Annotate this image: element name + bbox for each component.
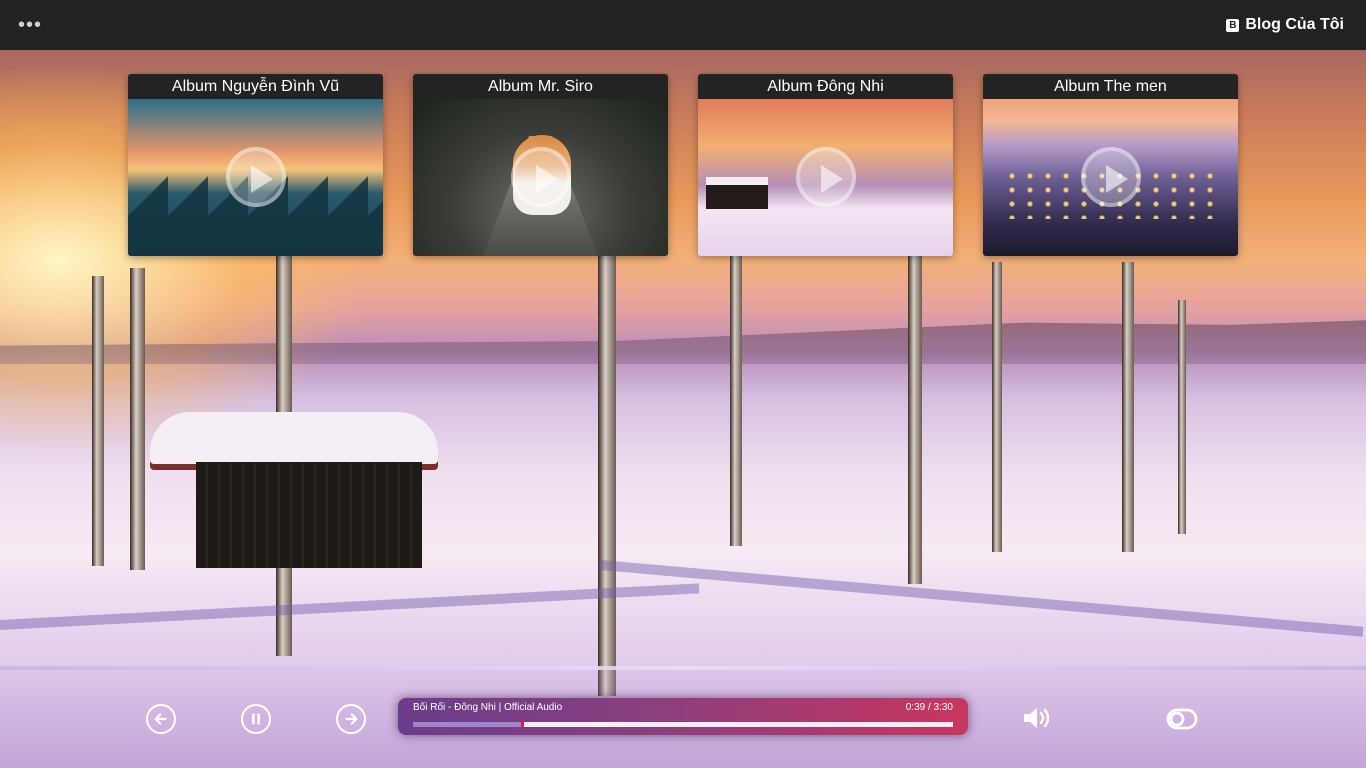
arrow-left-circle-icon	[154, 713, 167, 725]
top-bar: ••• B Blog Của Tôi	[0, 0, 1366, 50]
progress-fill	[413, 722, 521, 727]
album-card-nguyen-dinh-vu[interactable]: Album Nguyễn Đình Vũ	[128, 74, 383, 256]
tree	[598, 256, 616, 696]
track-time: 0:39 / 3:30	[905, 702, 953, 713]
now-playing-panel: Bối Rối - Đông Nhi | Official Audio 0:39…	[398, 698, 968, 735]
album-cover	[698, 99, 953, 256]
cabin-body	[196, 462, 422, 568]
toggle-button[interactable]	[1166, 708, 1198, 735]
album-cover	[983, 99, 1238, 256]
play-icon[interactable]	[225, 146, 286, 207]
pause-button[interactable]	[241, 704, 271, 734]
album-cover	[413, 99, 668, 256]
blog-link[interactable]: B Blog Của Tôi	[1226, 16, 1344, 34]
progress-handle[interactable]	[521, 721, 524, 728]
tree	[1122, 262, 1134, 552]
tree	[1178, 300, 1186, 534]
album-title: Album Nguyễn Đình Vũ	[128, 74, 383, 99]
album-card-dong-nhi[interactable]: Album Đông Nhi	[698, 74, 953, 256]
tree-shadow	[0, 583, 700, 630]
blogger-icon: B	[1226, 18, 1240, 32]
play-icon[interactable]	[510, 146, 571, 207]
progress-bar[interactable]	[413, 721, 953, 728]
cabin-roof	[150, 412, 438, 464]
album-title: Album The men	[983, 74, 1238, 99]
play-icon[interactable]	[1080, 146, 1141, 207]
tree	[908, 256, 922, 584]
tree	[92, 276, 104, 566]
album-cover	[128, 99, 383, 256]
tree	[730, 256, 742, 546]
toggle-icon	[1166, 708, 1198, 730]
track-title: Bối Rối - Đông Nhi | Official Audio	[413, 702, 563, 713]
blog-label: Blog Của Tôi	[1245, 16, 1344, 33]
arrow-right-circle-icon	[345, 713, 358, 725]
cabin	[150, 412, 438, 568]
cabin-artwork	[706, 177, 768, 209]
more-horizontal-icon[interactable]: •••	[18, 15, 42, 35]
tree	[130, 268, 145, 570]
album-card-the-men[interactable]: Album The men	[983, 74, 1238, 256]
next-button[interactable]	[336, 704, 366, 734]
tree	[992, 262, 1002, 552]
volume-up-icon	[1024, 708, 1050, 728]
album-card-mr-siro[interactable]: Album Mr. Siro	[413, 74, 668, 256]
background-hill	[0, 320, 1366, 364]
volume-button[interactable]	[1022, 705, 1054, 736]
album-title: Album Mr. Siro	[413, 74, 668, 99]
previous-button[interactable]	[146, 704, 176, 734]
pause-circle-icon	[251, 713, 261, 725]
tree-shadow	[599, 560, 1364, 637]
play-icon[interactable]	[795, 146, 856, 207]
album-title: Album Đông Nhi	[698, 74, 953, 99]
